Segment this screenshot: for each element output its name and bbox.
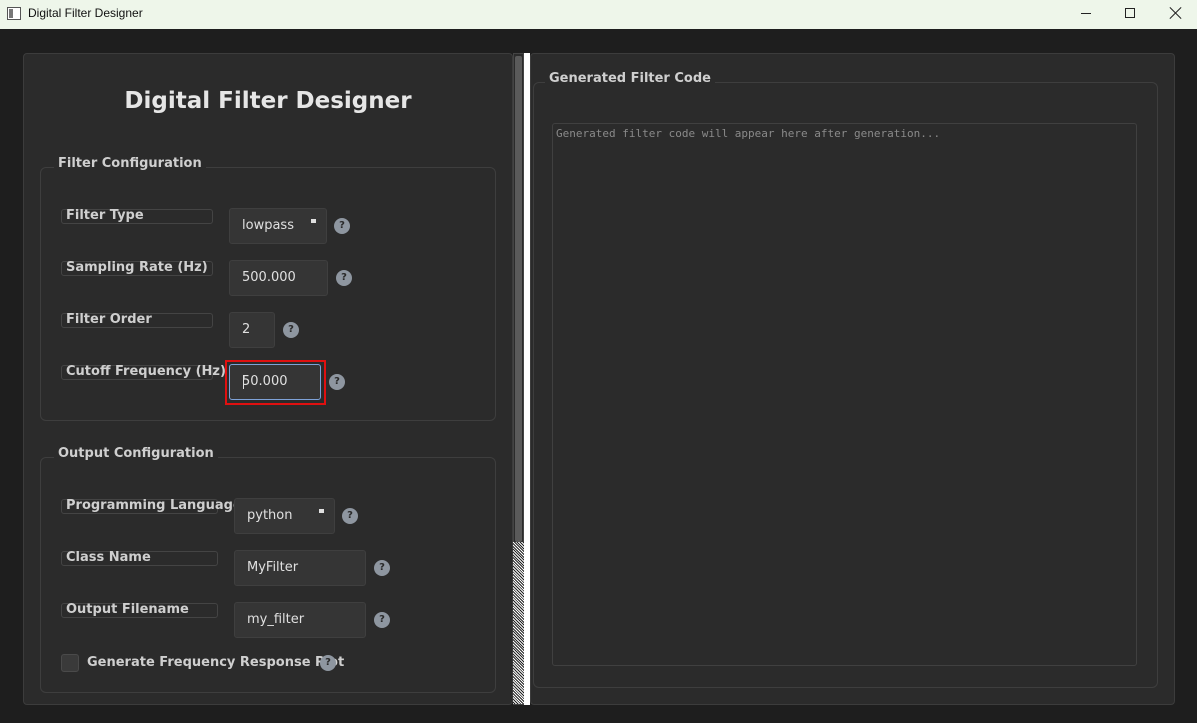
help-icon[interactable]: ? (320, 655, 336, 671)
minimize-icon (1081, 13, 1091, 14)
maximize-icon (1125, 8, 1135, 18)
maximize-button[interactable] (1107, 0, 1153, 29)
help-icon[interactable]: ? (283, 322, 299, 338)
app-icon (7, 7, 21, 20)
help-icon[interactable]: ? (374, 560, 390, 576)
filter-order-input[interactable]: 2 (229, 312, 275, 348)
help-icon[interactable]: ? (374, 612, 390, 628)
sampling-rate-label: Sampling Rate (Hz) (61, 261, 213, 276)
filter-type-label: Filter Type (61, 209, 213, 224)
output-filename-label: Output Filename (61, 603, 218, 618)
class-name-label: Class Name (61, 551, 218, 566)
window-title: Digital Filter Designer (28, 6, 143, 20)
code-placeholder: Generated filter code will appear here a… (556, 127, 941, 140)
close-icon (1169, 6, 1183, 20)
dropdown-arrow-icon (311, 219, 316, 223)
title-bar: Digital Filter Designer (0, 0, 1197, 29)
help-icon[interactable]: ? (334, 218, 350, 234)
output-config-title: Output Configuration (54, 446, 218, 461)
class-name-input[interactable]: MyFilter (234, 550, 366, 586)
help-icon[interactable]: ? (329, 374, 345, 390)
sampling-rate-input[interactable]: 500.000 (229, 260, 328, 296)
cutoff-frequency-label: Cutoff Frequency (Hz) (61, 365, 226, 380)
language-label: Programming Language (61, 499, 242, 514)
output-filename-input[interactable]: my_filter (234, 602, 366, 638)
dropdown-arrow-icon (319, 509, 324, 513)
minimize-button[interactable] (1063, 0, 1109, 29)
text-caret (243, 375, 244, 389)
close-button[interactable] (1153, 0, 1197, 29)
filter-type-select[interactable]: lowpass (229, 208, 327, 244)
page-title: Digital Filter Designer (124, 88, 412, 114)
plot-checkbox-label[interactable]: Generate Frequency Response Plot (87, 655, 344, 670)
code-output-textarea[interactable] (552, 123, 1137, 666)
language-select[interactable]: python (234, 498, 335, 534)
filter-type-value: lowpass (242, 218, 294, 233)
language-value: python (247, 508, 293, 523)
scrollbar-thumb[interactable] (515, 56, 522, 542)
help-icon[interactable]: ? (342, 508, 358, 524)
generated-code-title: Generated Filter Code (545, 71, 715, 86)
help-icon[interactable]: ? (336, 270, 352, 286)
plot-checkbox[interactable] (61, 654, 79, 672)
filter-config-title: Filter Configuration (54, 156, 206, 171)
filter-order-label: Filter Order (61, 313, 213, 328)
